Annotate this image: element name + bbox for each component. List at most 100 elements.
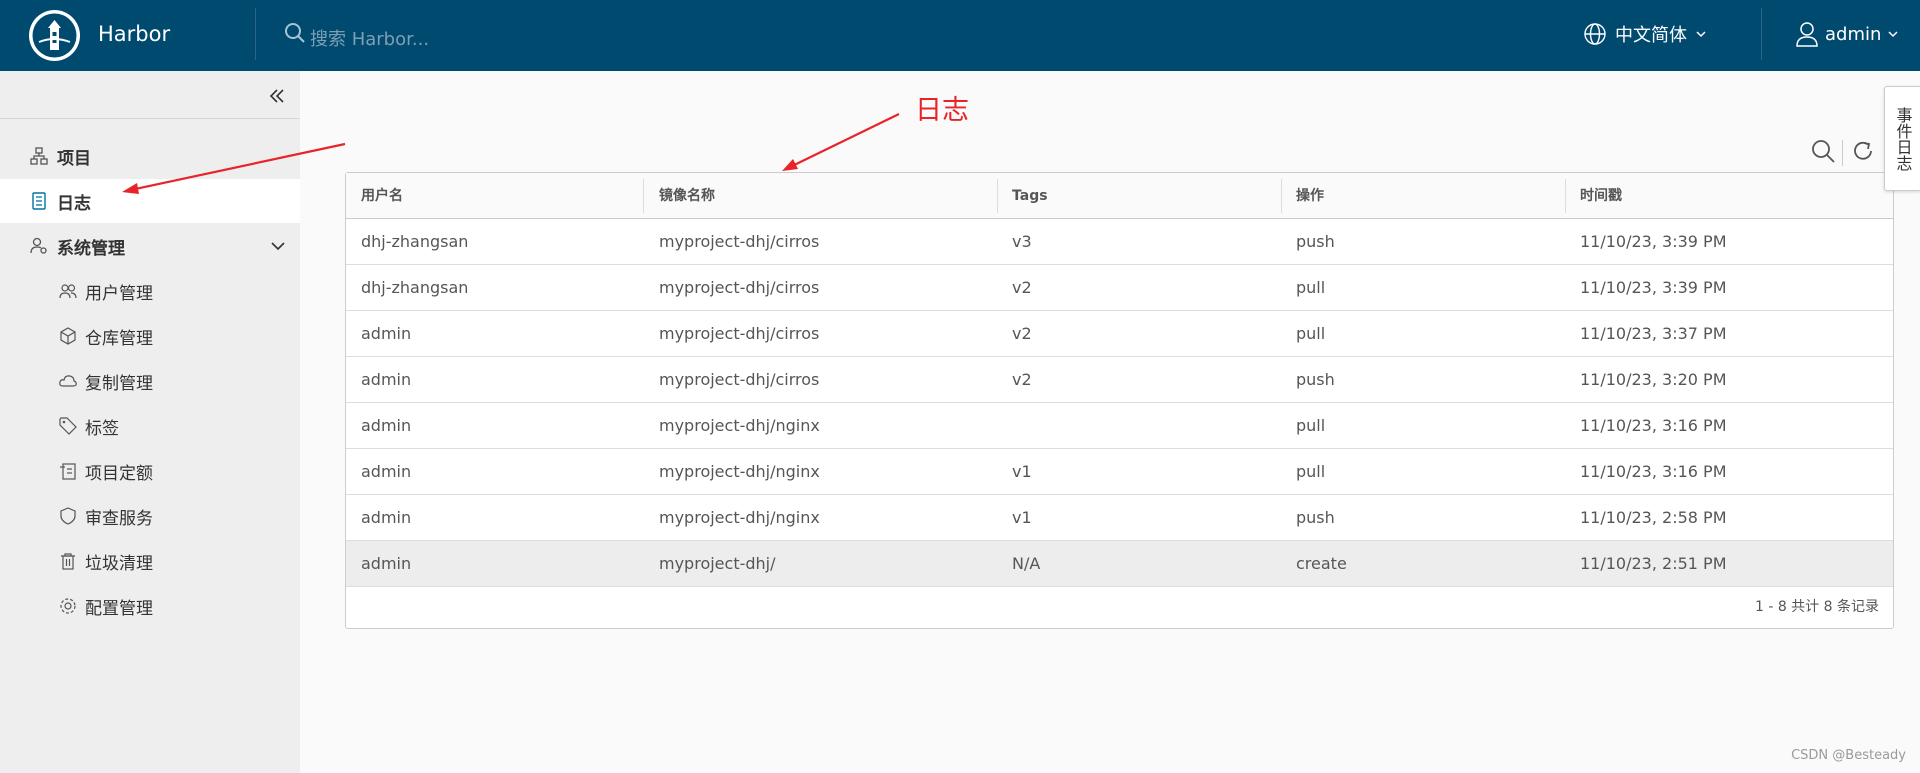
table-row[interactable]: admin myproject-dhj/nginx pull 11/10/23,… bbox=[346, 403, 1893, 449]
globe-icon bbox=[1584, 23, 1606, 45]
search-input[interactable]: 搜索 Harbor... bbox=[310, 25, 429, 51]
cell-timestamp: 11/10/23, 3:16 PM bbox=[1580, 462, 1727, 481]
search-icon[interactable] bbox=[1810, 138, 1836, 168]
sidebar-item-label: 审查服务 bbox=[85, 508, 153, 529]
gear-icon bbox=[60, 598, 76, 614]
sidebar-item-label: 标签 bbox=[85, 418, 119, 439]
sidebar-item-label: 日志 bbox=[57, 193, 91, 214]
cell-operation: pull bbox=[1296, 462, 1326, 481]
sidebar-item-registries[interactable]: 仓库管理 bbox=[0, 314, 300, 358]
table-row[interactable]: admin myproject-dhj/cirros v2 pull 11/10… bbox=[346, 311, 1893, 357]
column-header-timestamp[interactable]: 时间戳 bbox=[1565, 173, 1622, 219]
cell-timestamp: 11/10/23, 2:58 PM bbox=[1580, 508, 1727, 527]
cell-repository: myproject-dhj/cirros bbox=[659, 232, 820, 251]
cell-username: dhj-zhangsan bbox=[361, 232, 469, 251]
table-row-selected[interactable]: admin myproject-dhj/ N/A create 11/10/23… bbox=[346, 541, 1893, 587]
user-icon bbox=[1796, 22, 1818, 47]
cell-timestamp: 11/10/23, 3:39 PM bbox=[1580, 278, 1727, 297]
sidebar-item-label: 项目定额 bbox=[85, 463, 153, 484]
collapse-sidebar-icon[interactable] bbox=[266, 85, 288, 107]
users-icon bbox=[59, 284, 77, 299]
cell-tag: v2 bbox=[1012, 324, 1032, 343]
annotation-arrow bbox=[785, 113, 900, 170]
cell-repository: myproject-dhj/nginx bbox=[659, 462, 820, 481]
sidebar-item-quotas[interactable]: 项目定额 bbox=[0, 449, 300, 493]
sidebar-item-garbage-collection[interactable]: 垃圾清理 bbox=[0, 539, 300, 583]
column-header-repository[interactable]: 镜像名称 bbox=[644, 173, 715, 219]
annotation-label: 日志 bbox=[915, 95, 969, 126]
cell-username: admin bbox=[361, 554, 412, 573]
cell-repository: myproject-dhj/nginx bbox=[659, 508, 820, 527]
cell-timestamp: 11/10/23, 3:37 PM bbox=[1580, 324, 1727, 343]
trash-icon bbox=[61, 553, 75, 570]
sidebar-item-label: 复制管理 bbox=[85, 373, 153, 394]
top-header: Harbor 搜索 Harbor... 中文简体 admin bbox=[0, 0, 1920, 71]
cell-operation: pull bbox=[1296, 278, 1326, 297]
table-row[interactable]: dhj-zhangsan myproject-dhj/cirros v2 pul… bbox=[346, 265, 1893, 311]
cell-tag: v3 bbox=[1012, 232, 1032, 251]
log-icon bbox=[32, 192, 46, 210]
cell-repository: myproject-dhj/nginx bbox=[659, 416, 820, 435]
column-header-operation[interactable]: 操作 bbox=[1281, 173, 1324, 219]
user-name: admin bbox=[1825, 23, 1882, 45]
sidebar: 项目 日志 系统管理 用户管理 仓库管理 复制管理 标签 项目定额 审查服务 垃… bbox=[0, 71, 300, 773]
cell-operation: pull bbox=[1296, 324, 1326, 343]
table-row[interactable]: dhj-zhangsan myproject-dhj/cirros v3 pus… bbox=[346, 219, 1893, 265]
cell-tag: v1 bbox=[1012, 462, 1032, 481]
chevron-down-icon bbox=[271, 242, 285, 251]
refresh-icon[interactable] bbox=[1850, 138, 1876, 168]
column-header-tags[interactable]: Tags bbox=[997, 173, 1048, 219]
pagination-summary: 1 - 8 共计 8 条记录 bbox=[1754, 599, 1879, 615]
quota-icon bbox=[60, 463, 76, 480]
tag-icon bbox=[59, 417, 77, 435]
cell-timestamp: 11/10/23, 3:20 PM bbox=[1580, 370, 1727, 389]
sidebar-item-labels[interactable]: 标签 bbox=[0, 404, 300, 448]
harbor-logo[interactable] bbox=[29, 10, 80, 61]
language-label: 中文简体 bbox=[1615, 25, 1687, 46]
column-header-username[interactable]: 用户名 bbox=[346, 173, 403, 219]
cell-username: admin bbox=[361, 370, 412, 389]
toolbar-divider bbox=[1842, 140, 1843, 166]
sidebar-item-projects[interactable]: 项目 bbox=[0, 134, 300, 178]
shield-icon bbox=[60, 507, 76, 525]
cell-username: admin bbox=[361, 324, 412, 343]
cell-operation: push bbox=[1296, 232, 1335, 251]
user-menu[interactable]: admin bbox=[1795, 21, 1899, 47]
chevron-down-icon bbox=[1888, 31, 1898, 38]
sidebar-item-replications[interactable]: 复制管理 bbox=[0, 359, 300, 403]
sidebar-item-logs[interactable]: 日志 bbox=[0, 179, 300, 223]
table-row[interactable]: admin myproject-dhj/cirros v2 push 11/10… bbox=[346, 357, 1893, 403]
cell-operation: pull bbox=[1296, 416, 1326, 435]
sidebar-item-users[interactable]: 用户管理 bbox=[0, 269, 300, 313]
audit-log-table: 用户名 镜像名称 Tags 操作 时间戳 dhj-zhangsan myproj… bbox=[345, 172, 1894, 629]
sidebar-item-label: 垃圾清理 bbox=[85, 553, 153, 574]
table-header: 用户名 镜像名称 Tags 操作 时间戳 bbox=[346, 173, 1893, 219]
cell-timestamp: 11/10/23, 2:51 PM bbox=[1580, 554, 1727, 573]
table-row[interactable]: admin myproject-dhj/nginx v1 push 11/10/… bbox=[346, 495, 1893, 541]
table-row[interactable]: admin myproject-dhj/nginx v1 pull 11/10/… bbox=[346, 449, 1893, 495]
chevron-down-icon bbox=[1696, 31, 1706, 38]
language-selector[interactable]: 中文简体 bbox=[1583, 21, 1707, 47]
cell-timestamp: 11/10/23, 3:39 PM bbox=[1580, 232, 1727, 251]
cell-timestamp: 11/10/23, 3:16 PM bbox=[1580, 416, 1727, 435]
event-log-tab[interactable]: 事件日志 bbox=[1884, 86, 1920, 191]
sidebar-item-configuration[interactable]: 配置管理 bbox=[0, 584, 300, 628]
cell-operation: push bbox=[1296, 370, 1335, 389]
sidebar-item-label: 用户管理 bbox=[85, 283, 153, 304]
cell-tag: v2 bbox=[1012, 370, 1032, 389]
cell-operation: push bbox=[1296, 508, 1335, 527]
cell-tag: v2 bbox=[1012, 278, 1032, 297]
cell-tag bbox=[997, 403, 1012, 449]
sidebar-item-label: 仓库管理 bbox=[85, 328, 153, 349]
cell-username: dhj-zhangsan bbox=[361, 278, 469, 297]
arrow-head bbox=[782, 159, 798, 171]
brand-name[interactable]: Harbor bbox=[98, 22, 170, 46]
sidebar-item-scanners[interactable]: 审查服务 bbox=[0, 494, 300, 538]
cell-operation: create bbox=[1296, 554, 1347, 573]
cell-repository: myproject-dhj/ bbox=[659, 554, 776, 573]
admin-icon bbox=[30, 237, 47, 254]
cell-repository: myproject-dhj/cirros bbox=[659, 278, 820, 297]
sidebar-item-label: 系统管理 bbox=[57, 238, 125, 259]
search-icon[interactable] bbox=[284, 22, 306, 48]
sidebar-item-admin[interactable]: 系统管理 bbox=[0, 224, 300, 268]
